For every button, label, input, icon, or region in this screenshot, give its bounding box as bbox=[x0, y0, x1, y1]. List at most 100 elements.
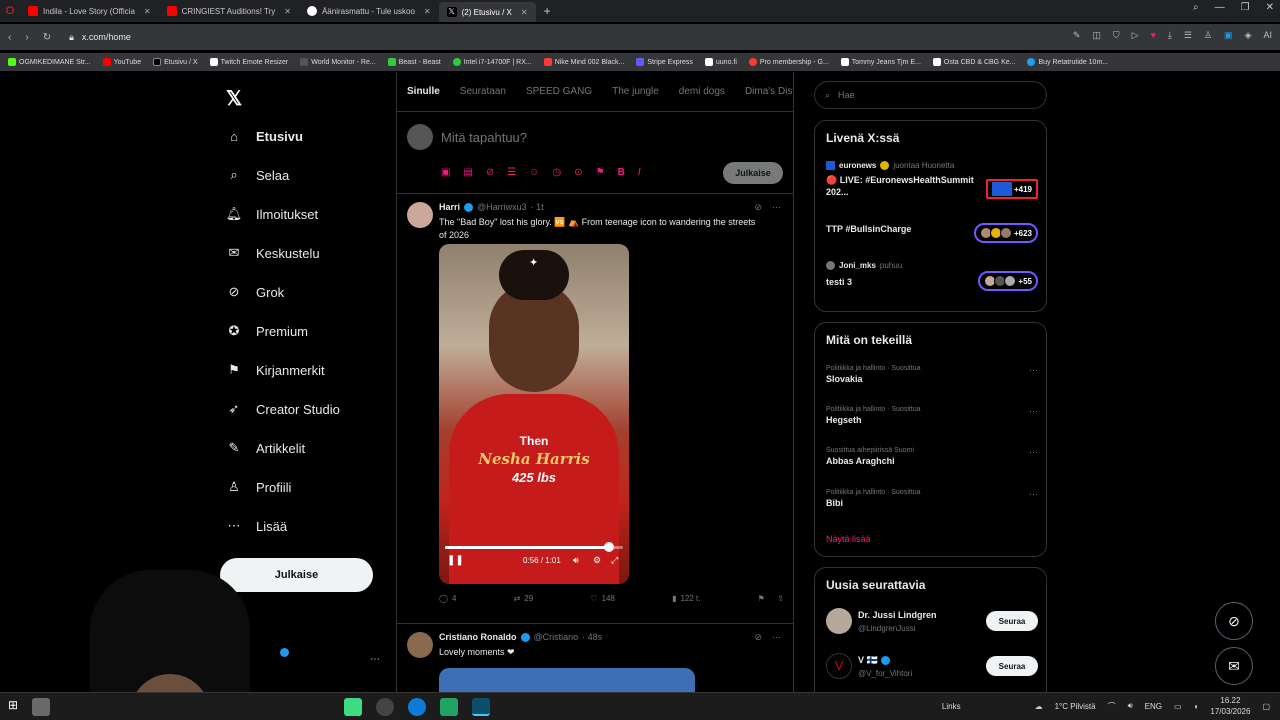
x-logo-icon[interactable]: 𝕏 bbox=[226, 86, 242, 111]
search-icon[interactable]: ⌕ bbox=[1193, 2, 1199, 13]
close-icon[interactable]: ✕ bbox=[521, 8, 528, 17]
pause-icon[interactable]: ❚❚ bbox=[447, 555, 464, 566]
notification-icon[interactable]: ▢ bbox=[1262, 702, 1270, 711]
trend-item[interactable]: Politiikka ja hallinto · Suosittua Bibi ⋯ bbox=[826, 489, 1038, 508]
weather-text[interactable]: 1°C Pilvistä bbox=[1055, 702, 1096, 711]
sparkle-icon[interactable]: ✦ bbox=[529, 256, 538, 269]
grok-icon[interactable]: ⊘ bbox=[486, 167, 494, 178]
bookmark[interactable]: uuno.fi bbox=[704, 58, 737, 66]
author-name[interactable]: Harri bbox=[439, 202, 460, 212]
compose-input[interactable]: Mitä tapahtuu? bbox=[441, 130, 527, 145]
network-icon[interactable]: ▭ bbox=[1174, 702, 1182, 711]
trend-item[interactable]: Suosittua aihepiirissä Suomi Abbas Araghc… bbox=[826, 447, 1038, 466]
camera-icon[interactable]: ◫ bbox=[1092, 30, 1101, 41]
sidebar-item-grok[interactable]: ⊘ Grok bbox=[226, 284, 285, 300]
tab-following[interactable]: Seurataan bbox=[460, 86, 506, 97]
bookmark[interactable]: Nike Mind 002 Black... bbox=[543, 58, 624, 66]
bookmark[interactable]: YouTube bbox=[102, 58, 141, 66]
views-button[interactable]: ▮ 122 t. bbox=[672, 594, 700, 603]
tab-list[interactable]: demi dogs bbox=[679, 86, 725, 97]
download-icon[interactable]: ⤓ bbox=[1168, 30, 1172, 41]
bookmark[interactable]: Twitch Emote Resizer bbox=[209, 58, 288, 66]
follow-button[interactable]: Seuraa bbox=[986, 611, 1038, 631]
post-button[interactable]: Julkaise bbox=[220, 558, 373, 592]
sidebar-item-home[interactable]: ⌂ Etusivu bbox=[226, 128, 303, 144]
profile-icon[interactable]: ♙ bbox=[1204, 30, 1212, 41]
live-row[interactable]: TTP #BullsinCharge +623 bbox=[826, 223, 1038, 247]
close-icon[interactable]: ✕ bbox=[284, 7, 291, 16]
image-icon[interactable]: ▣ bbox=[441, 167, 450, 178]
new-tab-icon[interactable]: + bbox=[544, 4, 551, 18]
sidebar-item-profile[interactable]: ♙ Profiili bbox=[226, 479, 291, 495]
author-name[interactable]: Cristiano Ronaldo bbox=[439, 632, 517, 642]
settings-icon[interactable]: ⚙ bbox=[593, 555, 601, 566]
more-icon[interactable]: ⋯ bbox=[1029, 447, 1038, 458]
sidebar-item-articles[interactable]: ✎ Artikkelit bbox=[226, 440, 306, 456]
bookmark[interactable]: Pro membership - G... bbox=[748, 58, 829, 66]
tab-for-you[interactable]: Sinulle bbox=[407, 86, 440, 97]
more-icon[interactable]: ⋯ bbox=[772, 202, 781, 213]
volume-icon[interactable]: 🔊︎ bbox=[573, 555, 579, 566]
minimize-icon[interactable]: — bbox=[1215, 2, 1225, 13]
heart-icon[interactable]: ♥ bbox=[1151, 30, 1156, 41]
like-button[interactable]: ♡ 148 bbox=[590, 594, 615, 603]
live-listeners[interactable]: +419 bbox=[985, 179, 1038, 199]
avatar[interactable] bbox=[407, 124, 433, 150]
bookmark[interactable]: World Monitor - Re... bbox=[300, 58, 376, 66]
reload-icon[interactable]: ↻ bbox=[43, 32, 51, 43]
live-row[interactable]: Joni_mks puhuu testi 3 +55 bbox=[826, 261, 1038, 295]
bookmark[interactable]: OGMIKEDIMANE Str... bbox=[8, 58, 91, 66]
video-scrub-handle[interactable] bbox=[603, 542, 614, 552]
tweet-time[interactable]: · 1t bbox=[531, 202, 544, 212]
search-icon[interactable] bbox=[32, 698, 51, 716]
clock[interactable]: 16.22 17/03/2026 bbox=[1210, 695, 1250, 717]
bookmark[interactable]: Osta CBD & CBG Ke... bbox=[932, 58, 1015, 66]
video-player[interactable]: ✦ Then Nesha Harris 425 lbs ❚❚ 0:56 / 1:… bbox=[439, 244, 629, 584]
sidebar-item-premium[interactable]: ✪ Premium bbox=[226, 323, 308, 339]
author-handle[interactable]: @Cristiano bbox=[534, 632, 579, 642]
play-icon[interactable] bbox=[440, 698, 459, 716]
show-more-link[interactable]: Näytä lisää bbox=[826, 534, 871, 544]
publish-button[interactable]: Julkaise bbox=[723, 162, 783, 184]
emoji-icon[interactable]: ☺ bbox=[529, 167, 539, 178]
sidebar-item-explore[interactable]: ⌕ Selaa bbox=[226, 167, 289, 183]
video-scrubber[interactable] bbox=[445, 542, 623, 552]
sidebar-item-bookmarks[interactable]: ⚑ Kirjanmerkit bbox=[226, 362, 324, 378]
grok-icon[interactable]: ⊘ bbox=[754, 632, 762, 643]
bold-icon[interactable]: B bbox=[618, 167, 625, 178]
sidebar-item-messages[interactable]: ✉ Keskustelu bbox=[226, 245, 320, 261]
repost-button[interactable]: ⇄ 29 bbox=[514, 594, 534, 603]
more-icon[interactable]: ⋯ bbox=[772, 632, 781, 643]
author-handle[interactable]: @Harriwxu3 bbox=[477, 202, 527, 212]
italic-icon[interactable]: I bbox=[638, 167, 641, 178]
links-toolbar[interactable]: Links bbox=[942, 702, 961, 711]
bookmark-icon[interactable]: ⚑ bbox=[758, 594, 765, 603]
live-listeners[interactable]: +623 bbox=[973, 223, 1038, 243]
live-listeners[interactable]: +55 bbox=[978, 271, 1038, 291]
avatar[interactable] bbox=[407, 202, 433, 228]
tweet[interactable]: Harri @Harriwxu3 · 1t ⊘ ⋯ The "Bad Boy" … bbox=[397, 194, 793, 624]
tab-list[interactable]: SPEED GANG bbox=[526, 86, 592, 97]
browser-tab-active[interactable]: 𝕏 (2) Etusivu / X ✕ bbox=[438, 2, 536, 22]
flag-icon[interactable]: ⚑ bbox=[596, 167, 605, 178]
follow-button[interactable]: Seuraa bbox=[986, 656, 1038, 676]
more-icon[interactable]: ⋯ bbox=[1029, 489, 1038, 500]
trend-item[interactable]: Politiikka ja hallinto · Suosittua Hegset… bbox=[826, 406, 1038, 425]
avatar[interactable]: V bbox=[826, 653, 852, 679]
live-row[interactable]: euronews juontaa Huonetta 🔴 LIVE: #Eurone… bbox=[826, 161, 1038, 203]
mail-icon[interactable]: ✉ bbox=[1215, 647, 1253, 685]
avatar[interactable] bbox=[826, 608, 852, 634]
app-icon[interactable] bbox=[472, 698, 491, 716]
url-field[interactable]: 🔒︎ x.com/home bbox=[69, 32, 131, 43]
browser-tab[interactable]: Indila - Love Story (Officia ✕ bbox=[20, 2, 159, 20]
edge-icon[interactable] bbox=[408, 698, 427, 716]
extension-icon[interactable]: ▣ bbox=[1224, 30, 1233, 41]
windows-start-icon[interactable]: ⊞ bbox=[8, 698, 18, 716]
language-indicator[interactable]: ENG bbox=[1145, 702, 1162, 711]
shield-icon[interactable] bbox=[376, 698, 395, 716]
bookmark[interactable]: Tommy Jeans Tjm E... bbox=[840, 58, 921, 66]
browser-tab[interactable]: CRINGIEST Auditions! Try ✕ bbox=[159, 2, 299, 20]
grok-icon[interactable]: ⊘ bbox=[754, 202, 762, 213]
follow-suggestion[interactable]: Dr. Jussi Lindgren @LindgrenJussi Seuraa bbox=[826, 608, 1038, 638]
trend-item[interactable]: Politiikka ja hallinto · Suosittua Slovak… bbox=[826, 365, 1038, 384]
